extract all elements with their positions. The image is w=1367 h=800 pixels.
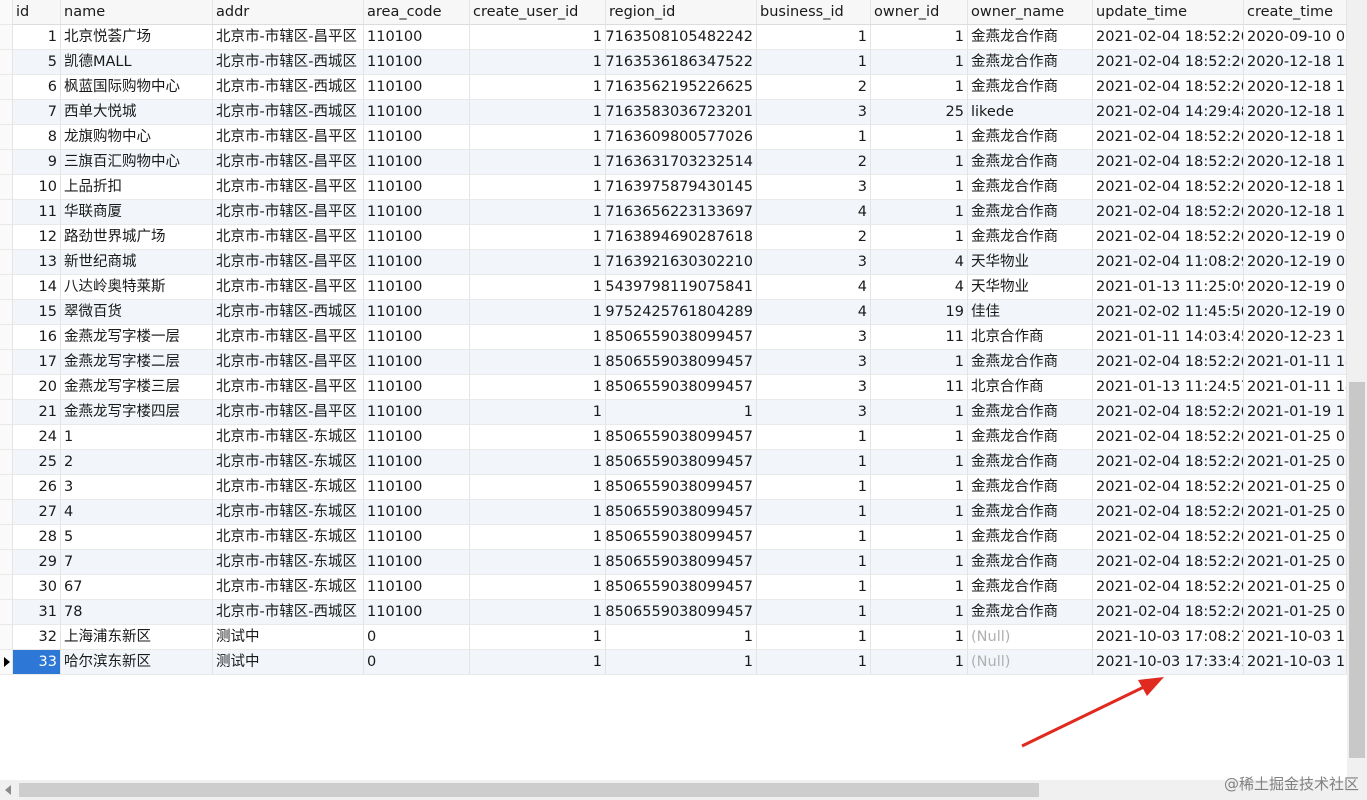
watermark: @稀土掘金技术社区	[1223, 775, 1359, 793]
annotation-arrow-shaft	[1021, 682, 1151, 748]
annotation-arrow	[1021, 677, 1164, 748]
annotation-arrow-head	[1138, 677, 1164, 696]
